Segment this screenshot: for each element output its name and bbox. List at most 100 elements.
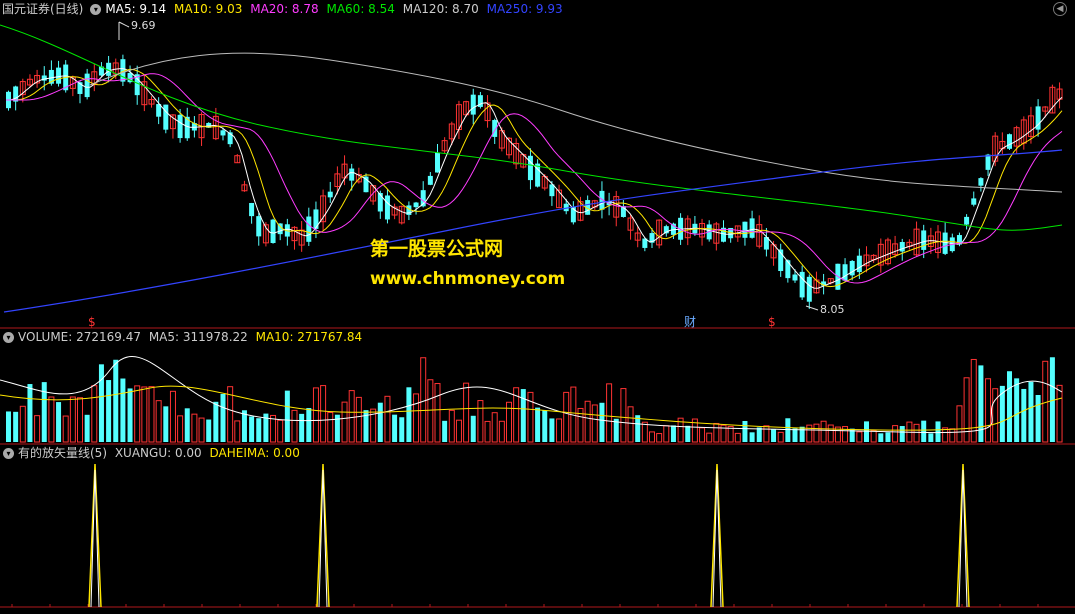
volume-bar <box>956 405 963 443</box>
daheima-label: DAHEIMA: 0.00 <box>209 446 300 460</box>
volume-bar <box>742 420 748 442</box>
candle-body <box>306 216 312 242</box>
volume-bar <box>141 386 148 443</box>
volume-bar <box>856 431 863 443</box>
indicator-collapse-icon[interactable]: ▾ <box>3 448 14 459</box>
volume-bar <box>148 386 155 443</box>
volume-bar <box>870 430 877 443</box>
volume-bar <box>13 411 19 442</box>
volume-bar <box>320 385 327 443</box>
volume-bar <box>885 432 891 442</box>
volume-label: VOLUME: 272169.47 <box>18 330 141 344</box>
candle-body <box>942 232 948 254</box>
volume-bar <box>627 406 634 443</box>
volume-bar <box>892 425 899 443</box>
volume-collapse-icon[interactable]: ▾ <box>3 332 14 343</box>
candle-body <box>806 276 812 302</box>
candle-body <box>349 168 355 181</box>
candle-body <box>978 178 984 186</box>
volume-bar <box>599 402 605 442</box>
candle-body <box>84 73 90 98</box>
low-price-label: 8.05 <box>820 303 845 316</box>
volume-bar <box>878 433 884 442</box>
candle-body <box>177 114 183 139</box>
volume-bar <box>799 426 805 442</box>
volume-bar <box>420 357 427 443</box>
candle-body <box>163 104 169 130</box>
volume-bar <box>806 424 813 443</box>
volume-pane-header: ▾ VOLUME: 272169.47 MA5: 311978.22 MA10: … <box>0 329 366 345</box>
candle-body <box>470 94 476 115</box>
event-marker: 财 <box>684 315 696 329</box>
volume-bar <box>685 425 691 442</box>
volume-bar <box>348 390 355 443</box>
volume-bar <box>699 427 706 443</box>
volume-bar <box>377 402 383 442</box>
volume-bar <box>98 364 104 442</box>
volume-bar <box>249 416 255 442</box>
xuangu-label: XUANGU: 0.00 <box>114 446 202 460</box>
volume-bar <box>549 418 555 442</box>
volume-bar <box>563 391 570 443</box>
candle-body <box>313 209 319 229</box>
volume-bar <box>48 396 55 443</box>
volume-bar <box>177 415 184 443</box>
candle-body <box>413 202 419 208</box>
volume-bar <box>1028 381 1034 442</box>
zoom-icon[interactable]: ◀ <box>1053 2 1067 16</box>
volume-ma5-label: MA5: 311978.22 <box>148 330 248 344</box>
volume-bar <box>392 414 398 442</box>
candle-body <box>377 193 383 212</box>
event-marker: $ <box>768 315 776 329</box>
volume-bar <box>477 400 484 443</box>
volume-bar <box>19 405 26 443</box>
volume-bar <box>470 415 476 442</box>
candle-body <box>842 264 848 281</box>
volume-bar <box>535 407 541 442</box>
volume-bar <box>413 393 420 443</box>
high-marker-arrow <box>118 21 130 28</box>
volume-bar <box>355 396 362 443</box>
volume-bar <box>484 420 491 443</box>
volume-bar <box>763 425 770 443</box>
candle-body <box>964 216 970 225</box>
volume-bar <box>306 408 312 442</box>
main-pane-header: 国元证券(日线) ▾ MA5: 9.14 MA10: 9.03 MA20: 8.78… <box>0 1 567 17</box>
volume-bar <box>341 401 348 443</box>
indicator-name: 有的放矢量线(5) <box>18 446 107 460</box>
chart-canvas[interactable]: 9.69 8.05 $ 财 $ <box>0 0 1075 614</box>
candle-body <box>921 230 927 250</box>
candle-body <box>742 221 748 238</box>
volume-bar <box>771 429 777 442</box>
candle-body <box>785 260 791 279</box>
collapse-icon[interactable]: ▾ <box>90 4 102 15</box>
volume-bar <box>749 432 755 442</box>
watermark-url: www.chnmoney.com <box>370 269 566 289</box>
volume-bar <box>442 420 448 442</box>
volume-bar <box>163 406 169 442</box>
volume-ma10-label: MA10: 271767.84 <box>255 330 363 344</box>
volume-bar <box>649 431 655 443</box>
volume-bar <box>127 388 133 442</box>
ma120-line <box>89 52 1063 193</box>
volume-bar <box>606 383 613 443</box>
volume-bar <box>155 400 162 443</box>
volume-bar <box>256 418 262 442</box>
volume-bar <box>291 409 298 443</box>
volume-bar <box>777 431 784 443</box>
volume-bar <box>1056 384 1063 443</box>
candle-body <box>856 255 862 273</box>
volume-bar <box>62 415 69 443</box>
volume-bar <box>406 387 412 442</box>
volume-bar <box>542 410 548 442</box>
ma20-label: MA20: 8.78 <box>250 2 319 16</box>
high-price-label: 9.69 <box>131 19 156 32</box>
volume-bar <box>584 400 591 443</box>
low-marker-arrow <box>805 305 819 311</box>
volume-bar <box>656 433 663 443</box>
volume-bar <box>69 396 76 443</box>
candle-body <box>56 67 62 84</box>
volume-bar <box>963 377 970 443</box>
volume-bar <box>120 378 126 442</box>
ma10-label: MA10: 9.03 <box>173 2 243 16</box>
